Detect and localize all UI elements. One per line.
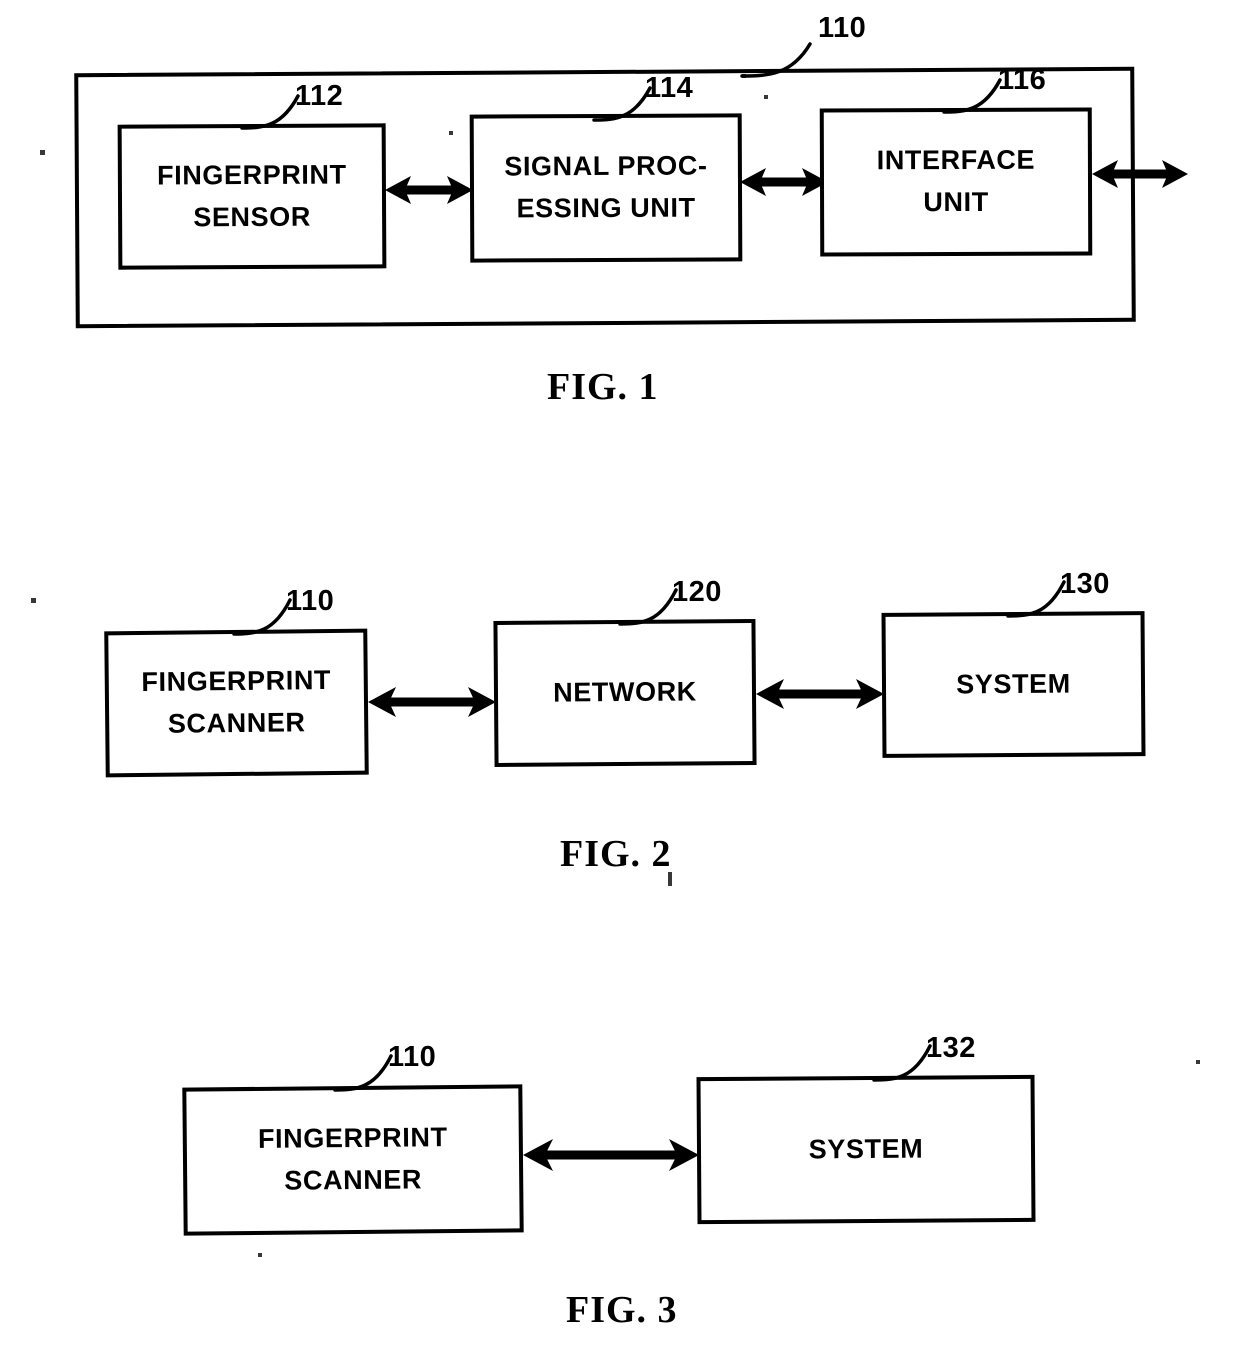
scan-speck — [1196, 1060, 1200, 1064]
figure-caption-1: FIG. 1 — [547, 366, 659, 408]
figure-caption-3: FIG. 3 — [566, 1289, 678, 1331]
block-interface-unit: INTERFACE UNIT — [819, 107, 1093, 257]
block-label-line: SCANNER — [284, 1164, 423, 1196]
reference-number-112: 112 — [295, 80, 344, 112]
connector-network-to-system — [756, 679, 884, 709]
block-label-line: SYSTEM — [808, 1133, 924, 1164]
scan-speck — [449, 131, 453, 135]
reference-number-120: 120 — [672, 576, 722, 608]
reference-number-132: 132 — [926, 1032, 976, 1064]
scan-speck — [742, 74, 746, 78]
scan-speck — [258, 1253, 262, 1257]
reference-number-130: 130 — [1060, 568, 1110, 600]
block-label-line: UNIT — [923, 186, 989, 218]
block-label-line: INTERFACE — [876, 144, 1036, 176]
connector-interface-unit-to-external — [1092, 160, 1188, 188]
block-system-fig2: SYSTEM — [881, 611, 1146, 758]
scan-speck — [40, 150, 45, 155]
connector-scanner-to-network — [368, 687, 496, 717]
reference-number-114: 114 — [645, 72, 694, 104]
block-fingerprint-scanner-fig3: FINGERPRINT SCANNER — [182, 1084, 524, 1236]
reference-number-110-fig3: 110 — [388, 1041, 437, 1073]
block-label-line: SCANNER — [167, 707, 306, 739]
block-network: NETWORK — [493, 618, 757, 768]
block-fingerprint-scanner-fig2: FINGERPRINT SCANNER — [104, 628, 369, 778]
block-label-line: SIGNAL PROC- — [504, 150, 708, 182]
block-system-fig3: SYSTEM — [696, 1074, 1036, 1225]
block-label-line: NETWORK — [553, 676, 697, 708]
block-signal-processing-unit: SIGNAL PROC- ESSING UNIT — [469, 113, 743, 263]
connector-sensor-to-signal-processing-unit — [385, 176, 473, 204]
reference-number-110-fig1: 110 — [818, 12, 867, 44]
block-label-line: FINGERPRINT — [141, 665, 332, 698]
scan-speck — [668, 872, 672, 886]
scan-speck — [764, 95, 768, 99]
scan-speck — [31, 598, 36, 603]
block-label-line: SYSTEM — [956, 668, 1071, 699]
reference-number-116: 116 — [998, 64, 1047, 96]
connector-scanner-to-system — [523, 1139, 699, 1171]
block-fingerprint-sensor: FINGERPRINT SENSOR — [117, 123, 387, 270]
connector-signal-processing-unit-to-interface-unit — [740, 168, 828, 196]
reference-number-110-fig2: 110 — [286, 585, 335, 617]
block-label-line: ESSING UNIT — [516, 192, 696, 224]
block-label-line: FINGERPRINT — [156, 159, 347, 191]
patent-drawing-sheet: 110 FINGERPRINT SENSOR 112 SIGNAL PROC- … — [0, 0, 1240, 1354]
block-label-line: FINGERPRINT — [257, 1122, 448, 1155]
block-label-line: SENSOR — [193, 201, 311, 232]
figure-caption-2: FIG. 2 — [560, 833, 672, 875]
